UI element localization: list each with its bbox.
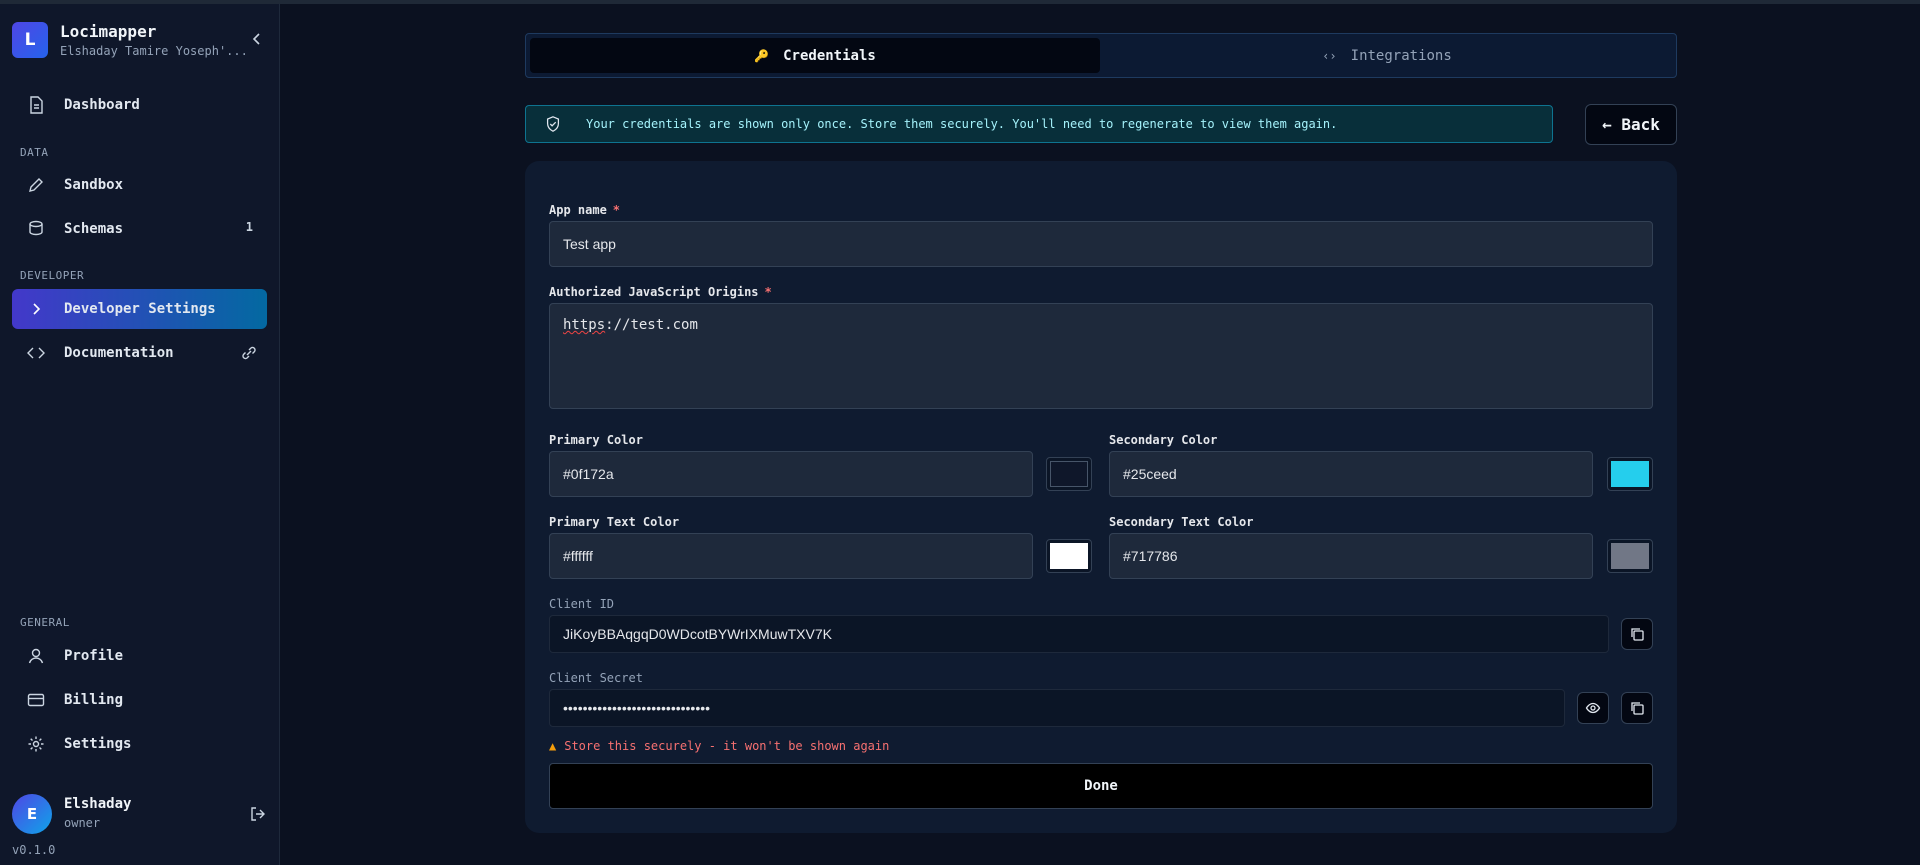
tab-label: Credentials (783, 47, 876, 64)
eye-icon (1585, 702, 1601, 714)
sidebar-item-label: Schemas (64, 221, 124, 237)
secondary-text-color-swatch[interactable] (1607, 539, 1653, 573)
copy-icon (1631, 702, 1644, 715)
gear-icon (28, 736, 44, 752)
label-text: App name (549, 203, 607, 217)
sidebar-item-label: Documentation (64, 345, 174, 361)
client-id-field[interactable]: JiKoyBBAqgqD0WDcotBYWrIXMuwTXV7K (549, 615, 1609, 653)
section-general-heading: GENERAL (20, 616, 70, 629)
sidebar-item-sandbox[interactable]: Sandbox (12, 165, 267, 205)
main-content: 🔑 Credentials ‹› Integrations Your crede… (281, 4, 1920, 865)
sidebar-item-settings[interactable]: Settings (12, 724, 267, 764)
user-icon (28, 648, 44, 664)
chevron-right-icon (33, 303, 41, 315)
required-mark: * (612, 203, 621, 217)
origin-scheme: https (563, 317, 606, 333)
primary-color-label: Primary Color (549, 433, 643, 447)
file-icon (30, 96, 43, 114)
sidebar-item-dashboard[interactable]: Dashboard (12, 85, 267, 125)
input-value: •••••••••••••••••••••••••••••• (563, 700, 711, 716)
copy-client-id-button[interactable] (1621, 618, 1653, 650)
user-name: Elshaday (64, 796, 132, 812)
tab-integrations[interactable]: ‹› Integrations (1102, 38, 1672, 73)
credentials-form-card: App name * Test app Authorized JavaScript… (525, 161, 1677, 833)
link-icon (242, 346, 256, 360)
client-secret-field[interactable]: •••••••••••••••••••••••••••••• (549, 689, 1565, 727)
sidebar-item-documentation[interactable]: Documentation (12, 333, 267, 373)
done-button[interactable]: Done (549, 763, 1653, 809)
sidebar-item-developer-settings[interactable]: Developer Settings (12, 289, 267, 329)
sidebar-item-label: Dashboard (64, 97, 140, 113)
section-developer-heading: DEVELOPER (20, 269, 85, 282)
app-name-input[interactable]: Test app (549, 221, 1653, 267)
sidebar-item-label: Billing (64, 692, 124, 708)
input-value: #25ceed (1123, 466, 1177, 482)
back-button[interactable]: ← Back (1585, 104, 1677, 145)
input-value: #0f172a (563, 466, 614, 482)
collapse-sidebar-button[interactable] (246, 28, 268, 50)
database-icon (29, 220, 43, 236)
copy-icon (1631, 628, 1644, 641)
client-id-label: Client ID (549, 597, 615, 611)
input-value: Test app (563, 236, 616, 252)
primary-text-color-input[interactable]: #ffffff (549, 533, 1033, 579)
sidebar-item-label: Profile (64, 648, 124, 664)
origins-textarea[interactable]: https://test.com (549, 303, 1653, 409)
primary-color-input[interactable]: #0f172a (549, 451, 1033, 497)
warning-icon: ▲ (549, 739, 557, 753)
required-mark: * (764, 285, 772, 299)
pencil-icon (29, 178, 43, 192)
chevron-left-icon (252, 33, 260, 45)
tab-credentials[interactable]: 🔑 Credentials (530, 38, 1100, 73)
sidebar-item-profile[interactable]: Profile (12, 636, 267, 676)
secondary-color-input[interactable]: #25ceed (1109, 451, 1593, 497)
code-icon: ‹› (1322, 48, 1337, 63)
primary-color-swatch[interactable] (1046, 457, 1092, 491)
logout-icon[interactable] (248, 804, 268, 824)
origins-label: Authorized JavaScript Origins * (549, 285, 772, 299)
user-profile: E Elshaday owner (12, 792, 268, 836)
alert-text: Your credentials are shown only once. St… (586, 117, 1338, 131)
copy-client-secret-button[interactable] (1621, 692, 1653, 724)
input-value: JiKoyBBAqgqD0WDcotBYWrIXMuwTXV7K (563, 626, 832, 642)
user-role: owner (64, 816, 101, 830)
secret-warning: ▲ Store this securely - it won't be shown… (549, 739, 889, 753)
secondary-text-color-label: Secondary Text Color (1109, 515, 1254, 529)
app-name-label: App name * (549, 203, 620, 217)
sidebar-item-label: Developer Settings (64, 301, 216, 317)
reveal-secret-button[interactable] (1577, 692, 1609, 724)
tab-bar: 🔑 Credentials ‹› Integrations (525, 33, 1677, 78)
schemas-count-badge: 1 (245, 220, 253, 234)
key-icon: 🔑 (754, 48, 770, 63)
warning-text: Store this securely - it won't be shown … (564, 739, 890, 753)
origin-rest: ://test.com (605, 317, 698, 333)
credit-card-icon (27, 693, 45, 707)
sidebar-item-label: Settings (64, 736, 132, 752)
sidebar: L Locimapper Elshaday Tamire Yoseph'... … (0, 4, 280, 865)
input-value: #717786 (1123, 548, 1178, 564)
sidebar-item-billing[interactable]: Billing (12, 680, 267, 720)
secondary-color-swatch[interactable] (1607, 457, 1653, 491)
app-version: v0.1.0 (12, 843, 56, 857)
sidebar-item-schemas[interactable]: Schemas 1 (12, 209, 267, 249)
avatar: E (12, 794, 52, 834)
app-name: Locimapper (60, 22, 157, 41)
primary-text-color-swatch[interactable] (1046, 539, 1092, 573)
input-value: #ffffff (563, 548, 593, 564)
app-logo: L (12, 22, 48, 58)
org-name: Elshaday Tamire Yoseph'... (60, 44, 248, 58)
credentials-alert: Your credentials are shown only once. St… (525, 105, 1553, 143)
sidebar-item-label: Sandbox (64, 177, 124, 193)
label-text: Authorized JavaScript Origins (549, 285, 759, 299)
brand: L Locimapper Elshaday Tamire Yoseph'... (12, 18, 268, 62)
secondary-color-label: Secondary Color (1109, 433, 1218, 447)
section-data-heading: DATA (20, 146, 49, 159)
primary-text-color-label: Primary Text Color (549, 515, 680, 529)
client-secret-label: Client Secret (549, 671, 643, 685)
shield-check-icon (546, 116, 560, 132)
secondary-text-color-input[interactable]: #717786 (1109, 533, 1593, 579)
tab-label: Integrations (1350, 47, 1452, 64)
code-icon (27, 347, 45, 359)
